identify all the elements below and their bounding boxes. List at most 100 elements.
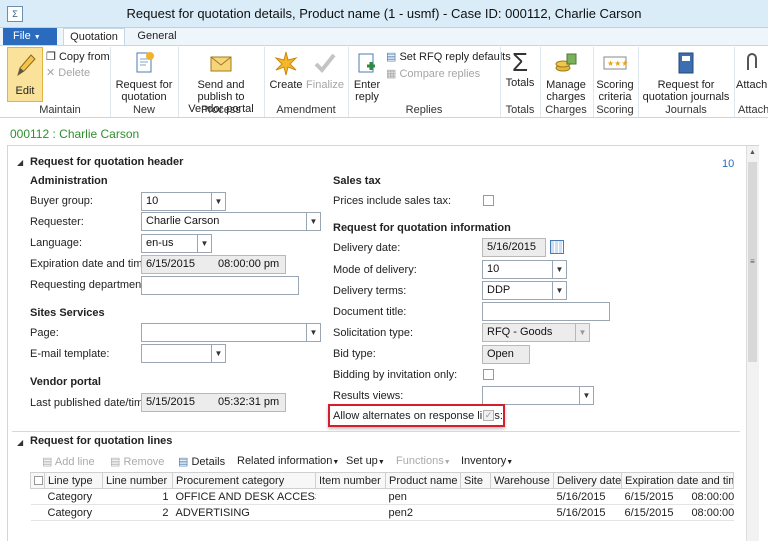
table-row[interactable]: Category 1 OFFICE AND DESK ACCESS... pen…	[30, 488, 734, 505]
chevron-down-icon[interactable]: ▼	[552, 282, 566, 299]
cell-expiration[interactable]: 6/15/2015 08:00:00	[621, 504, 734, 521]
request-for-quotation-button[interactable]: Request for quotation	[113, 50, 175, 103]
enter-reply-button[interactable]: Enter reply	[351, 50, 383, 103]
cell-warehouse[interactable]	[490, 504, 554, 521]
chevron-down-icon[interactable]: ▼	[579, 387, 593, 404]
column-header[interactable]: Line type	[44, 472, 103, 489]
attach-button[interactable]: Attach	[736, 50, 768, 91]
cell-expiration[interactable]: 6/15/2015 08:00:00	[621, 488, 734, 505]
lines-section-title[interactable]: Request for quotation lines	[30, 435, 172, 447]
add-line-button[interactable]: ▤ Add line	[42, 455, 95, 468]
row-selector[interactable]	[30, 504, 45, 521]
create-amendment-button[interactable]: Create	[268, 50, 304, 91]
requesting-dept-label: Requesting department:	[30, 279, 148, 291]
cell-item-number[interactable]	[315, 504, 386, 521]
edit-button[interactable]: Edit	[7, 47, 43, 102]
column-header[interactable]: Item number	[315, 472, 386, 489]
requester-field[interactable]: Charlie Carson ▼	[141, 212, 321, 231]
last-published-field[interactable]: 5/15/2015 05:32:31 pm	[141, 393, 286, 412]
cell-product-name[interactable]: pen	[385, 488, 461, 505]
copy-icon: ❐	[46, 51, 56, 63]
mode-of-delivery-field[interactable]: 10 ▼	[482, 260, 567, 279]
copy-from-button[interactable]: ❐ Copy from	[46, 51, 110, 63]
header-summary-value: 10	[722, 158, 735, 170]
chevron-down-icon[interactable]: ▼	[211, 193, 225, 210]
cell-line-type[interactable]: Category	[44, 488, 103, 505]
prices-include-tax-checkbox[interactable]	[483, 195, 494, 206]
column-header[interactable]: Line number	[102, 472, 173, 489]
bidding-invitation-checkbox[interactable]	[483, 369, 494, 380]
column-header[interactable]: Delivery date	[553, 472, 622, 489]
calendar-icon[interactable]	[550, 240, 564, 254]
finalize-button[interactable]: Finalize	[305, 50, 345, 91]
expiration-field[interactable]: 6/15/2015 08:00:00 pm	[141, 255, 286, 274]
column-header[interactable]: Expiration date and time	[621, 472, 734, 489]
cell-line-number[interactable]: 1	[102, 488, 173, 505]
delivery-terms-field[interactable]: DDP ▼	[482, 281, 567, 300]
tab-general[interactable]: General	[128, 28, 186, 46]
document-title-field[interactable]	[482, 302, 610, 321]
column-header[interactable]: Warehouse	[490, 472, 554, 489]
column-header[interactable]: Procurement category	[172, 472, 316, 489]
scroll-up-icon[interactable]: ▲	[746, 146, 759, 160]
collapse-triangle-icon[interactable]: ◢	[17, 438, 23, 447]
ribbon-separator	[178, 47, 179, 117]
rfq-information-heading: Request for quotation information	[333, 222, 511, 234]
cell-category[interactable]: ADVERTISING	[172, 504, 316, 521]
cell-line-number[interactable]: 2	[102, 504, 173, 521]
rfq-journals-button[interactable]: Request for quotation journals	[641, 50, 731, 103]
select-all-checkbox[interactable]	[30, 472, 45, 489]
column-header[interactable]: Site	[460, 472, 491, 489]
functions-menu[interactable]: Functions▼	[396, 455, 451, 467]
cell-item-number[interactable]	[315, 488, 386, 505]
email-template-field[interactable]: ▼	[141, 344, 226, 363]
set-rfq-reply-defaults-button[interactable]: ▤ Set RFQ reply defaults	[386, 51, 511, 63]
group-label-new: New	[132, 104, 155, 116]
totals-button[interactable]: Σ Totals	[503, 48, 537, 89]
journal-book-icon	[678, 52, 694, 74]
compare-replies-button[interactable]: ▦ Compare replies	[386, 68, 480, 80]
ribbon-separator	[540, 47, 541, 117]
chevron-down-icon[interactable]: ▼	[197, 235, 211, 252]
chevron-down-icon[interactable]: ▼	[575, 324, 589, 341]
cell-line-type[interactable]: Category	[44, 504, 103, 521]
chevron-down-icon[interactable]: ▼	[552, 261, 566, 278]
delete-button[interactable]: ✕ Delete	[46, 67, 90, 79]
cell-delivery-date[interactable]: 5/16/2015	[553, 504, 622, 521]
solicitation-type-field[interactable]: RFQ - Goods ▼	[482, 323, 590, 342]
manage-charges-button[interactable]: Manage charges	[542, 50, 590, 103]
allow-alternates-checkbox[interactable]: ✓	[483, 410, 494, 421]
language-field[interactable]: en-us ▼	[141, 234, 212, 253]
related-information-menu[interactable]: Related information▼	[237, 455, 339, 467]
collapse-triangle-icon[interactable]: ◢	[17, 158, 23, 167]
buyer-group-field[interactable]: 10 ▼	[141, 192, 226, 211]
file-tab[interactable]: File ▼	[3, 28, 57, 45]
chevron-down-icon[interactable]: ▼	[306, 213, 320, 230]
row-selector[interactable]	[30, 488, 45, 505]
inventory-menu[interactable]: Inventory▼	[461, 455, 513, 467]
record-title: 000112 : Charlie Carson	[10, 127, 140, 141]
column-header[interactable]: Product name	[385, 472, 461, 489]
tab-quotation[interactable]: Quotation	[63, 28, 125, 46]
scoring-criteria-button[interactable]: ★★★ Scoring criteria	[595, 50, 635, 103]
table-row[interactable]: Category 2 ADVERTISING pen2 5/16/2015 6/…	[30, 504, 734, 521]
results-views-field[interactable]: ▼	[482, 386, 594, 405]
compare-icon: ▦	[386, 68, 397, 80]
header-section-title[interactable]: Request for quotation header	[30, 156, 183, 168]
page-field[interactable]: ▼	[141, 323, 321, 342]
bid-type-field[interactable]: Open	[482, 345, 530, 364]
set-up-menu[interactable]: Set up▼	[346, 455, 385, 467]
cell-site[interactable]	[460, 488, 491, 505]
requesting-dept-field[interactable]	[141, 276, 299, 295]
cell-product-name[interactable]: pen2	[385, 504, 461, 521]
cell-warehouse[interactable]	[490, 488, 554, 505]
cell-site[interactable]	[460, 504, 491, 521]
chevron-down-icon[interactable]: ▼	[211, 345, 225, 362]
cell-category[interactable]: OFFICE AND DESK ACCESS...	[172, 488, 316, 505]
cell-delivery-date[interactable]: 5/16/2015	[553, 488, 622, 505]
chevron-down-icon[interactable]: ▼	[306, 324, 320, 341]
reply-document-icon	[358, 53, 375, 73]
remove-button[interactable]: ▤ Remove	[110, 455, 164, 468]
details-button[interactable]: ▤ Details	[178, 455, 225, 468]
delivery-date-field[interactable]: 5/16/2015	[482, 238, 546, 257]
